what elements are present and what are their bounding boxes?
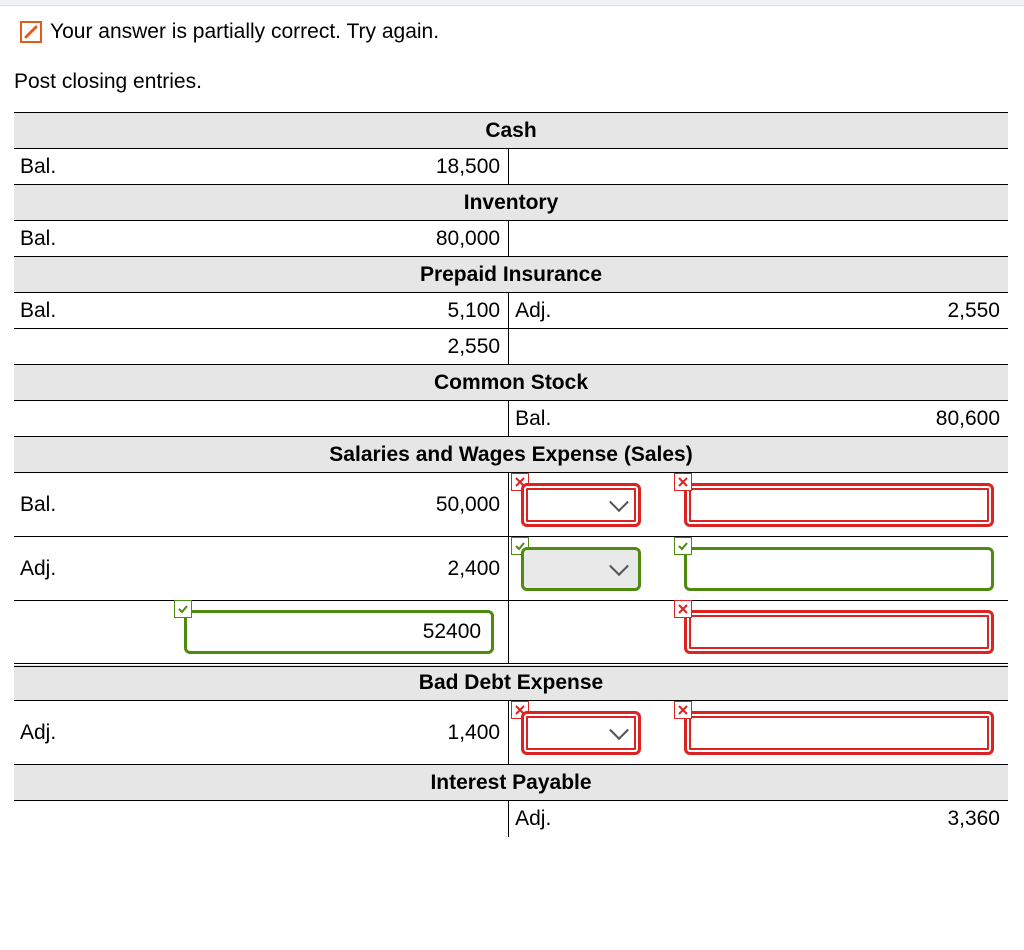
account-title-salaries: Salaries and Wages Expense (Sales) bbox=[14, 437, 1008, 473]
check-icon bbox=[674, 537, 692, 555]
inventory-r1-debit-label: Bal. bbox=[14, 221, 147, 257]
account-title-cash: Cash bbox=[14, 113, 1008, 149]
salaries-r1-credit-amount-input[interactable] bbox=[684, 483, 994, 527]
salaries-r2-debit-amount: 2,400 bbox=[147, 537, 508, 601]
prepaid-r2-debit-amount: 2,550 bbox=[147, 329, 508, 365]
baddebt-r1-credit-amount-input[interactable] bbox=[684, 711, 994, 755]
check-icon bbox=[174, 600, 192, 618]
account-title-common: Common Stock bbox=[14, 365, 1008, 401]
cross-icon bbox=[674, 473, 692, 491]
interest-r1-credit-amount: 3,360 bbox=[678, 801, 1008, 837]
salaries-r2-credit-label-select[interactable] bbox=[521, 547, 641, 591]
interest-r1-credit-label: Adj. bbox=[509, 801, 678, 837]
common-r1-credit-amount: 80,600 bbox=[678, 401, 1008, 437]
prepaid-r1-debit-label: Bal. bbox=[14, 293, 147, 329]
ledger-table: Cash Bal. 18,500 Inventory Bal. 80,000 P… bbox=[14, 112, 1008, 837]
baddebt-r1-credit-label-select[interactable] bbox=[521, 711, 641, 755]
cash-r1-debit-amount: 18,500 bbox=[147, 149, 508, 185]
account-title-inventory: Inventory bbox=[14, 185, 1008, 221]
prepaid-r1-credit-amount: 2,550 bbox=[678, 293, 1008, 329]
feedback-text: Your answer is partially correct. Try ag… bbox=[50, 20, 439, 44]
account-title-prepaid: Prepaid Insurance bbox=[14, 257, 1008, 293]
salaries-r1-debit-amount: 50,000 bbox=[147, 473, 508, 537]
cross-icon bbox=[674, 701, 692, 719]
feedback-banner: Your answer is partially correct. Try ag… bbox=[0, 6, 1024, 52]
salaries-r2-debit-label: Adj. bbox=[14, 537, 147, 601]
inventory-r1-debit-amount: 80,000 bbox=[147, 221, 508, 257]
cash-r1-debit-label: Bal. bbox=[14, 149, 147, 185]
salaries-total-credit-input[interactable] bbox=[684, 610, 994, 654]
account-title-baddebt: Bad Debt Expense bbox=[14, 665, 1008, 701]
common-r1-credit-label: Bal. bbox=[509, 401, 678, 437]
cross-icon bbox=[674, 600, 692, 618]
prepaid-r1-debit-amount: 5,100 bbox=[147, 293, 508, 329]
baddebt-r1-debit-amount: 1,400 bbox=[147, 701, 508, 765]
salaries-r1-credit-label-select[interactable] bbox=[521, 483, 641, 527]
account-title-interest: Interest Payable bbox=[14, 765, 1008, 801]
instruction-text: Post closing entries. bbox=[0, 52, 1024, 112]
salaries-total-debit-input[interactable]: 52400 bbox=[184, 610, 494, 654]
partial-correct-icon bbox=[20, 21, 42, 43]
baddebt-r1-debit-label: Adj. bbox=[14, 701, 147, 765]
salaries-r2-credit-amount-input[interactable] bbox=[684, 547, 994, 591]
prepaid-r1-credit-label: Adj. bbox=[509, 293, 678, 329]
salaries-r1-debit-label: Bal. bbox=[14, 473, 147, 537]
